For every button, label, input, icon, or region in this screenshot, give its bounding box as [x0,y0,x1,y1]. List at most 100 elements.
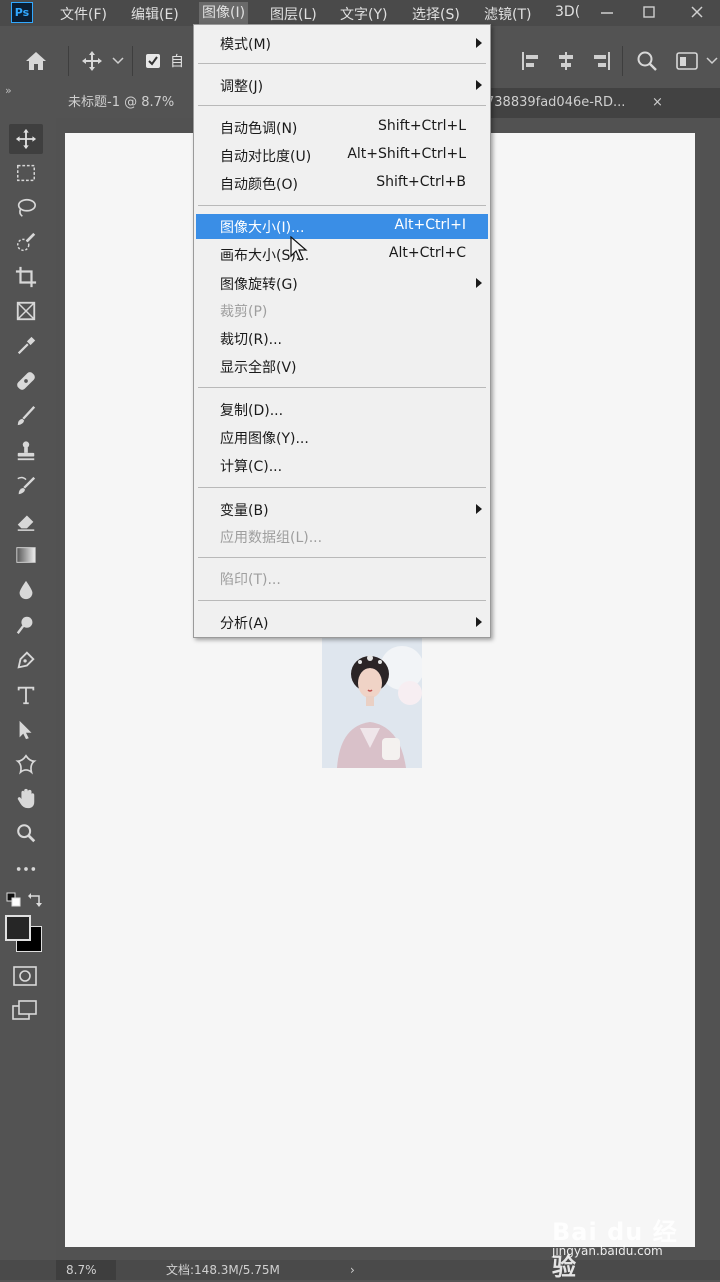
tools-panel [0,118,52,1260]
tool-stamp[interactable] [9,436,43,466]
tool-healing[interactable] [9,366,43,396]
tool-eraser[interactable] [9,506,43,536]
tool-crop[interactable] [9,262,43,292]
menu-item-canvas-size[interactable]: 画布大小(S)... Alt+Ctrl+C [196,242,488,267]
blur-drop-icon [19,580,33,600]
tab-image-file[interactable]: 738839fad046e-RD... × [486,88,686,118]
tool-brush[interactable] [9,401,43,431]
tool-history-brush[interactable] [9,471,43,501]
tool-eyedropper[interactable] [9,331,43,361]
menu-item-label: 自动颜色(O) [220,177,298,193]
menu-type[interactable]: 文字(Y) [340,4,387,24]
menu-filter[interactable]: 滤镜(T) [484,4,531,24]
home-icon[interactable] [24,50,48,72]
clone-stamp-icon [17,441,35,461]
tool-type[interactable] [9,680,43,710]
menu-file[interactable]: 文件(F) [60,4,107,24]
tool-more[interactable] [9,854,43,884]
menu-item-image-size[interactable]: 图像大小(I)... Alt+Ctrl+I [196,214,488,239]
menu-item-auto-contrast[interactable]: 自动对比度(U) Alt+Shift+Ctrl+L [196,143,488,168]
crop-icon [15,266,37,288]
close-window-icon[interactable] [690,5,704,19]
screen-mode-icon[interactable] [12,1000,38,1022]
foreground-color-swatch[interactable] [5,915,31,941]
menu-item-shortcut: Alt+Ctrl+I [394,217,466,233]
menu-edit[interactable]: 编辑(E) [131,4,179,24]
pen-icon [17,651,35,669]
tool-hand[interactable] [9,784,43,814]
swap-colors-icon[interactable] [27,891,43,907]
tool-marquee[interactable] [9,158,43,188]
menu-item-auto-color[interactable]: 自动颜色(O) Shift+Ctrl+B [196,171,488,196]
tool-lasso[interactable] [9,193,43,223]
tool-quick-select[interactable] [9,228,43,258]
menu-item-label: 图像大小(I)... [220,220,305,236]
menu-3d[interactable]: 3D( [555,4,580,20]
menu-item-calculations[interactable]: 计算(C)... [196,453,488,478]
menu-item-label: 调整(J) [220,79,264,95]
menu-item-label: 图像旋转(G) [220,277,298,293]
menu-item-apply-image[interactable]: 应用图像(Y)... [196,425,488,450]
submenu-arrow-icon [476,80,482,90]
maximize-icon[interactable] [642,5,656,19]
tool-zoom[interactable] [9,818,43,848]
menu-item-label: 自动色调(N) [220,121,298,137]
menu-item-label: 陷印(T)... [220,572,281,588]
menu-item-mode[interactable]: 模式(M) [196,31,488,56]
tool-move[interactable] [9,124,43,154]
baidu-watermark: Bai du 经验 jingyan.baidu.com [552,1212,702,1281]
search-icon[interactable] [636,50,658,72]
custom-shape-icon [15,754,37,775]
menu-select[interactable]: 选择(S) [412,4,460,24]
panel-collapse-icon[interactable]: » [5,84,12,97]
menu-item-duplicate[interactable]: 复制(D)... [196,397,488,422]
align-right-icon[interactable] [590,50,612,72]
align-center-icon[interactable] [555,50,577,72]
menu-item-trim[interactable]: 裁切(R)... [196,326,488,351]
tab-untitled[interactable]: 未标题-1 @ 8.7% [56,88,196,118]
menu-separator [198,487,486,488]
menu-item-label: 应用数据组(L)... [220,530,323,546]
rectangular-marquee-icon [17,164,35,182]
menu-layer[interactable]: 图层(L) [270,4,317,24]
submenu-arrow-icon [476,617,482,627]
align-left-icon[interactable] [520,50,542,72]
tool-frame[interactable] [9,296,43,326]
default-colors-icon[interactable] [6,892,22,908]
frame-icon [16,301,36,321]
tool-path-select[interactable] [9,715,43,745]
menu-item-auto-tone[interactable]: 自动色调(N) Shift+Ctrl+L [196,115,488,140]
menu-item-analysis[interactable]: 分析(A) [196,610,488,635]
zoom-level[interactable]: 8.7% [56,1260,116,1280]
chevron-down-icon[interactable] [706,56,718,66]
tab-close-icon[interactable]: × [652,88,663,118]
separator [68,46,69,76]
tool-dodge[interactable] [9,610,43,640]
quick-mask-icon[interactable] [13,966,37,986]
chevron-down-icon[interactable] [112,56,124,66]
menu-separator [198,105,486,106]
submenu-arrow-icon [476,504,482,514]
move-tool-icon[interactable] [80,50,104,72]
submenu-arrow-icon [476,38,482,48]
workspace-icon[interactable] [676,51,698,71]
status-menu-arrow[interactable]: › [350,1260,355,1280]
menu-item-variables[interactable]: 变量(B) [196,497,488,522]
tool-shape[interactable] [9,749,43,779]
minimize-icon[interactable] [600,6,614,20]
checkbox-checked-icon[interactable] [145,53,161,69]
menu-item-reveal-all[interactable]: 显示全部(V) [196,354,488,379]
menu-item-adjustments[interactable]: 调整(J) [196,73,488,98]
photo-layer[interactable] [322,638,422,768]
path-selection-icon [19,720,32,740]
quick-selection-icon [17,232,36,252]
menu-image[interactable]: 图像(I) [199,2,249,24]
menu-item-label: 裁切(R)... [220,332,283,348]
eraser-icon [17,515,35,531]
tool-pen[interactable] [9,645,43,675]
tool-gradient[interactable] [9,540,43,570]
menu-item-label: 复制(D)... [220,403,284,419]
menu-item-image-rotation[interactable]: 图像旋转(G) [196,271,488,296]
tool-blur[interactable] [9,575,43,605]
menu-separator [198,205,486,206]
